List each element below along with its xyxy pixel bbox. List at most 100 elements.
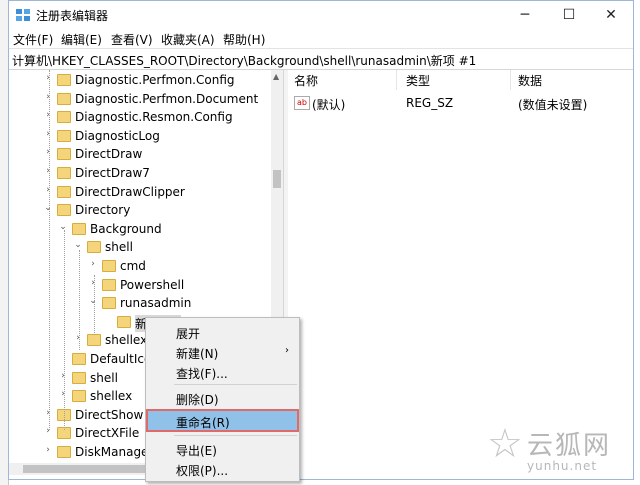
tree-node-label: DiagnosticLog [75, 128, 160, 143]
folder-icon [57, 185, 71, 198]
expand-chevron-icon[interactable]: › [73, 333, 83, 343]
tree-node-label: Diagnostic.Perfmon.Config [75, 73, 235, 87]
folder-icon [87, 334, 101, 347]
expand-chevron-icon[interactable]: › [43, 110, 53, 120]
tree-node-label: DirectShow [75, 407, 144, 422]
watermark-brand: 云狐网 [527, 431, 612, 461]
title-bar: 注册表编辑器 ─ ☐ ✕ [9, 1, 633, 29]
value-type: REG_SZ [406, 96, 454, 110]
tree-node-label: Diagnostic.Resmon.Config [75, 110, 233, 125]
tree-node-label: shellex [90, 389, 133, 404]
scroll-thumb[interactable] [273, 170, 281, 188]
expand-chevron-icon[interactable]: › [43, 426, 53, 436]
maximize-button[interactable]: ☐ [547, 3, 591, 27]
watermark: ☆ 云狐网 yunhu.net [487, 421, 637, 481]
expand-chevron-icon[interactable]: › [43, 92, 53, 102]
column-separator[interactable] [510, 70, 511, 90]
context-item-expand[interactable]: 展开 [146, 322, 299, 342]
expand-chevron-icon[interactable]: › [43, 73, 53, 83]
tree-guide-line [49, 70, 50, 430]
expand-chevron-icon[interactable]: › [43, 147, 53, 157]
tree-node-label: runasadmin [120, 296, 192, 311]
expand-chevron-icon[interactable]: › [88, 259, 98, 269]
folder-icon [57, 92, 71, 105]
column-separator[interactable] [396, 70, 397, 90]
context-item-new[interactable]: 新建(N) › [146, 342, 299, 362]
collapse-chevron-icon[interactable]: ⌄ [58, 222, 68, 232]
tree-guide-line [79, 250, 80, 350]
close-button[interactable]: ✕ [589, 3, 633, 27]
menu-edit[interactable]: 编辑(E) [61, 31, 102, 48]
expand-chevron-icon[interactable]: › [43, 166, 53, 176]
expand-chevron-icon[interactable]: › [43, 129, 53, 139]
menu-favorites[interactable]: 收藏夹(A) [161, 31, 215, 48]
tree-node-label: Directory [75, 203, 131, 218]
tree-node-label: Diagnostic.Perfmon.Document [75, 91, 259, 106]
folder-icon [57, 111, 71, 124]
folder-icon [57, 204, 71, 217]
context-item-export[interactable]: 导出(E) [146, 439, 299, 459]
tree-node-label: Powershell [120, 277, 185, 292]
collapse-chevron-icon[interactable]: ⌄ [73, 240, 83, 250]
menu-bar: 文件(F) 编辑(E) 查看(V) 收藏夹(A) 帮助(H) [9, 29, 633, 49]
menu-view[interactable]: 查看(V) [111, 31, 153, 48]
column-name[interactable]: 名称 [294, 72, 318, 89]
folder-icon [57, 129, 71, 142]
value-name[interactable]: (默认) [312, 96, 345, 113]
hscroll-thumb[interactable] [23, 465, 163, 473]
tree-node-label: DirectDraw7 [75, 166, 150, 180]
tree-node-label: DirectDraw [75, 147, 143, 162]
context-item-find[interactable]: 查找(F)... [146, 362, 299, 382]
tree-guide-line [64, 230, 65, 430]
minimize-button[interactable]: ─ [503, 3, 547, 27]
expand-chevron-icon[interactable]: › [58, 371, 68, 381]
folder-icon [72, 222, 86, 235]
tree-node-label: Background [90, 221, 162, 236]
column-data[interactable]: 数据 [518, 72, 542, 89]
regedit-app-icon [16, 9, 30, 21]
expand-chevron-icon[interactable]: › [43, 185, 53, 195]
column-type[interactable]: 类型 [406, 72, 430, 89]
tree-node-label: shell [90, 370, 118, 385]
address-bar[interactable]: 计算机\HKEY_CLASSES_ROOT\Directory\Backgrou… [9, 48, 633, 70]
expand-chevron-icon[interactable]: › [58, 389, 68, 399]
menu-help[interactable]: 帮助(H) [223, 31, 265, 48]
expand-chevron-icon[interactable]: › [43, 408, 53, 418]
regedit-window: 注册表编辑器 ─ ☐ ✕ 文件(F) 编辑(E) 查看(V) 收藏夹(A) 帮助… [8, 0, 634, 480]
folder-icon [102, 297, 116, 310]
folder-icon [102, 260, 116, 272]
tree-guide-line [94, 275, 95, 335]
tree-node-label: DirectXFile [75, 426, 140, 441]
folder-icon [57, 167, 71, 179]
folder-icon [72, 390, 86, 403]
expand-chevron-icon[interactable]: › [88, 278, 98, 288]
menu-file[interactable]: 文件(F) [13, 31, 53, 48]
folder-icon [72, 353, 86, 365]
context-item-delete[interactable]: 删除(D) [146, 388, 299, 408]
folder-icon [57, 446, 71, 458]
folder-icon [117, 315, 131, 328]
folder-icon [57, 74, 71, 86]
menu-separator [174, 435, 297, 436]
watermark-url: yunhu.net [527, 459, 598, 473]
collapse-chevron-icon[interactable]: ⌄ [88, 296, 98, 306]
tree-node-label: DirectDrawClipper [75, 184, 185, 199]
context-menu: 展开 新建(N) › 查找(F)... 删除(D) 重命名(R) 导出(E) 权… [145, 317, 300, 482]
context-item-rename[interactable]: 重命名(R) [146, 409, 299, 432]
window-title: 注册表编辑器 [36, 9, 109, 23]
values-pane: 名称 类型 数据 ab (默认) REG_SZ (数值未设置) [288, 70, 633, 473]
folder-icon [57, 148, 71, 161]
address-path[interactable]: 计算机\HKEY_CLASSES_ROOT\Directory\Backgrou… [12, 52, 476, 69]
scroll-up-icon[interactable]: ▲ [273, 72, 279, 81]
tree-node-label: cmd [120, 259, 146, 273]
expand-chevron-icon[interactable]: › [43, 445, 53, 455]
context-item-permissions[interactable]: 权限(P)... [146, 459, 299, 479]
tree-node-label: shell [105, 240, 133, 255]
collapse-chevron-icon[interactable]: ⌄ [43, 203, 53, 213]
folder-icon [72, 371, 86, 384]
menu-separator [174, 384, 297, 385]
folder-icon [102, 278, 116, 291]
value-data: (数值未设置) [518, 98, 588, 112]
folder-icon [87, 241, 101, 254]
tree-node-label: shellex [105, 333, 148, 348]
